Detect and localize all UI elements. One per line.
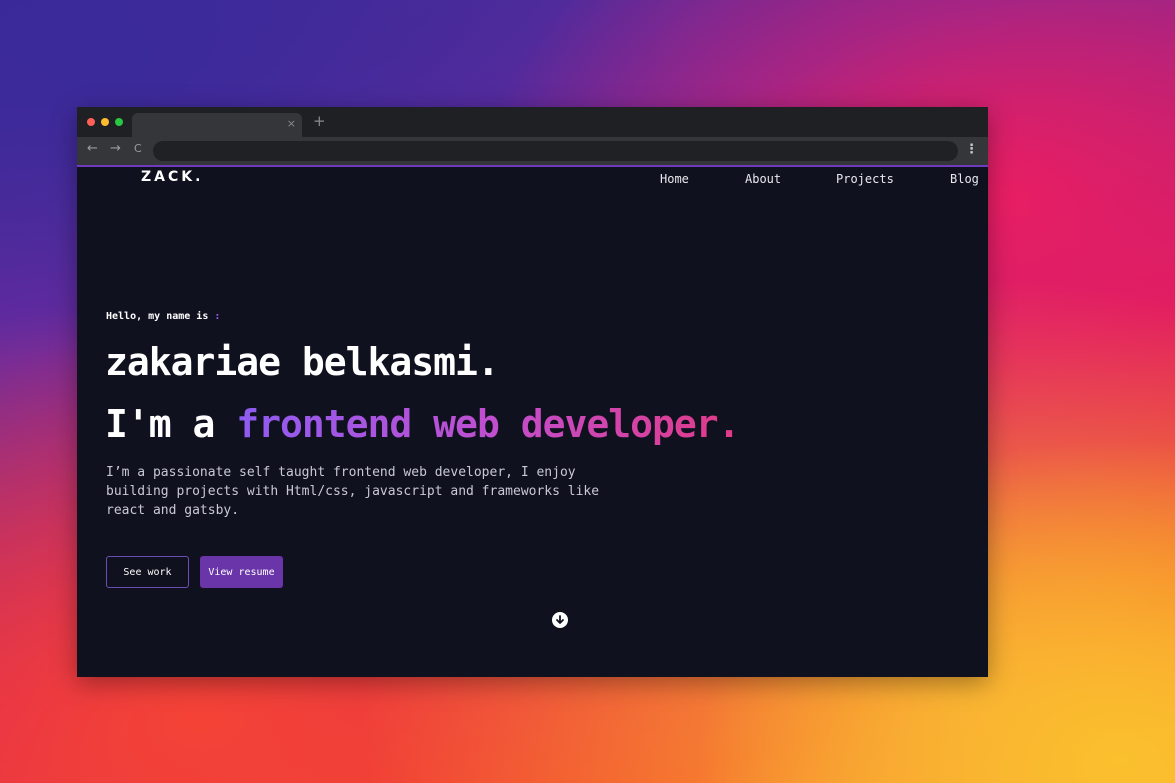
portfolio-page: ZACK. Home About Projects Blog Hello, my… bbox=[77, 167, 988, 677]
role-highlight: frontend web developer. bbox=[236, 402, 740, 446]
arrow-down-icon bbox=[556, 615, 564, 624]
see-work-button[interactable]: See work bbox=[106, 556, 189, 588]
browser-tab[interactable]: × bbox=[132, 113, 302, 137]
nav-home[interactable]: Home bbox=[660, 172, 689, 186]
hero-greeting: Hello, my name is : bbox=[106, 311, 220, 322]
nav-blog[interactable]: Blog bbox=[950, 172, 979, 186]
view-resume-button[interactable]: View resume bbox=[200, 556, 283, 588]
hero-bio: I’m a passionate self taught frontend we… bbox=[106, 465, 600, 518]
hero-role: I'm a frontend web developer. bbox=[105, 402, 740, 446]
address-bar[interactable] bbox=[153, 141, 958, 161]
minimize-window-button[interactable] bbox=[101, 118, 109, 126]
nav-projects[interactable]: Projects bbox=[836, 172, 894, 186]
hero-name: zakariae belkasmi. bbox=[105, 340, 500, 384]
forward-arrow-icon[interactable]: → bbox=[110, 141, 121, 156]
close-window-button[interactable] bbox=[87, 118, 95, 126]
nav-about[interactable]: About bbox=[745, 172, 781, 186]
browser-menu-icon[interactable]: ⋮ bbox=[965, 142, 978, 157]
role-prefix: I'm a bbox=[105, 402, 237, 446]
back-arrow-icon[interactable]: ← bbox=[87, 141, 98, 156]
greeting-text: Hello, my name is bbox=[106, 311, 209, 322]
tab-close-icon[interactable]: × bbox=[287, 117, 296, 130]
site-logo[interactable]: ZACK. bbox=[141, 169, 203, 185]
new-tab-icon[interactable]: + bbox=[313, 112, 326, 130]
tab-bar: × + bbox=[77, 107, 988, 137]
browser-window: × + ← → C ⋮ ZACK. Home About Projects Bl… bbox=[77, 107, 988, 677]
greeting-colon: : bbox=[214, 311, 221, 322]
browser-toolbar: ← → C ⋮ bbox=[77, 137, 988, 165]
reload-icon[interactable]: C bbox=[134, 142, 142, 155]
scroll-down-icon[interactable] bbox=[552, 612, 568, 628]
maximize-window-button[interactable] bbox=[115, 118, 123, 126]
